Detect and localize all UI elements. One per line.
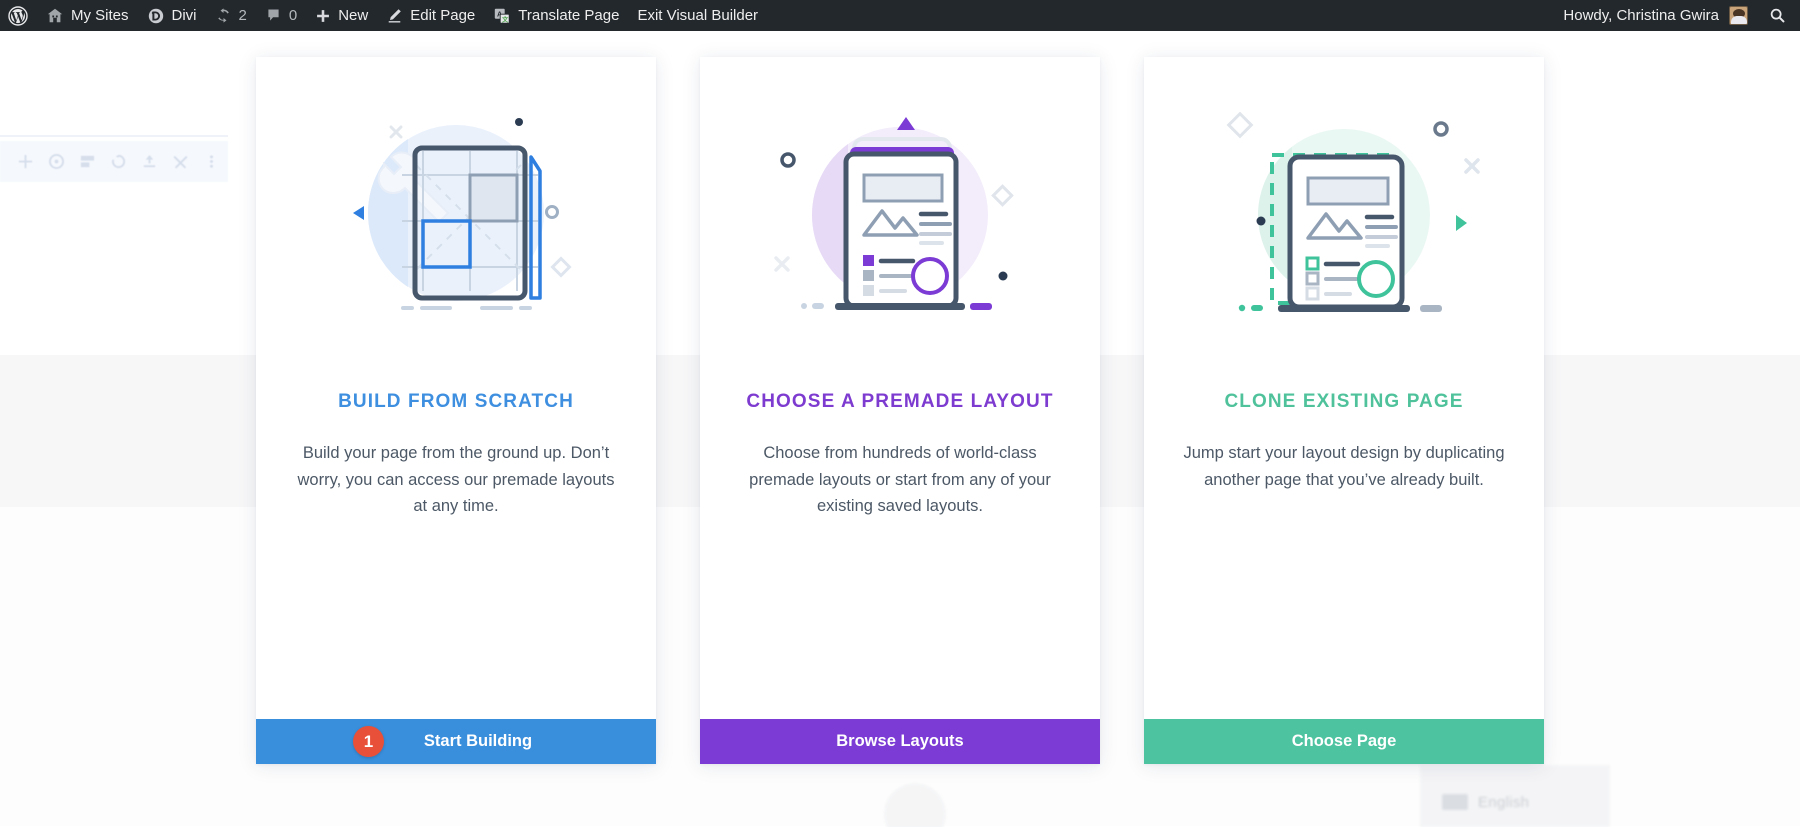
new-content-menu[interactable]: New <box>306 0 377 31</box>
pencil-icon <box>388 9 402 23</box>
divi-label: Divi <box>171 7 197 24</box>
choose-page-label: Choose Page <box>1291 732 1397 750</box>
wp-admin-bar: My Sites Divi 2 0 New Edit Page A 文 Tran… <box>0 0 1800 31</box>
clone-page-dashed-icon <box>1178 65 1510 365</box>
comments-count: 0 <box>288 7 298 24</box>
card-description: Choose from hundreds of world-class prem… <box>749 444 1051 516</box>
admin-bar-left: My Sites Divi 2 0 New Edit Page A 文 Tran… <box>0 0 767 31</box>
card-title: CHOOSE A PREMADE LAYOUT <box>746 391 1054 412</box>
screen: English BUILD FROM SCRATCH Build your pa… <box>0 0 1800 827</box>
page-creation-options: BUILD FROM SCRATCH Build your page from … <box>0 57 1800 764</box>
browse-layouts-button[interactable]: Browse Layouts <box>700 719 1100 764</box>
plus-icon <box>317 9 330 22</box>
edit-page-label: Edit Page <box>410 7 476 24</box>
language-switcher-widget[interactable]: English <box>1420 765 1610 827</box>
edit-page-menu[interactable]: Edit Page <box>377 0 484 31</box>
card-description: Jump start your layout design by duplica… <box>1183 444 1505 489</box>
card-body: BUILD FROM SCRATCH Build your page from … <box>256 57 656 719</box>
translate-page-label: Translate Page <box>518 7 620 24</box>
avatar <box>1729 6 1748 25</box>
updates-icon <box>217 8 229 23</box>
translate-page-menu[interactable]: A 文 Translate Page <box>484 0 628 31</box>
browse-layouts-label: Browse Layouts <box>836 732 964 750</box>
wp-logo-menu[interactable] <box>0 0 37 31</box>
comments-menu[interactable]: 0 <box>256 0 306 31</box>
divi-menu[interactable]: Divi <box>138 0 206 31</box>
my-sites-menu[interactable]: My Sites <box>37 0 138 31</box>
translate-icon: A 文 <box>495 8 510 24</box>
exit-visual-builder-label: Exit Visual Builder <box>637 7 759 24</box>
blueprint-grid-icon <box>290 65 622 365</box>
my-sites-icon <box>47 8 63 22</box>
start-building-button[interactable]: 1 Start Building <box>256 719 656 764</box>
premade-layout-page-icon <box>734 65 1066 365</box>
step-badge: 1 <box>353 726 384 757</box>
comments-icon <box>268 9 279 21</box>
card-body: CLONE EXISTING PAGE Jump start your layo… <box>1144 57 1544 719</box>
card-title: BUILD FROM SCRATCH <box>338 391 574 412</box>
choose-page-button[interactable]: Choose Page <box>1144 719 1544 764</box>
updates-menu[interactable]: 2 <box>206 0 256 31</box>
my-sites-label: My Sites <box>71 7 129 24</box>
card-description: Build your page from the ground up. Don’… <box>297 444 615 516</box>
language-label: English <box>1478 793 1530 811</box>
card-title: CLONE EXISTING PAGE <box>1224 391 1464 412</box>
search-button[interactable] <box>1760 0 1794 31</box>
howdy-label: Howdy, Christina Gwira <box>1563 7 1719 24</box>
exit-visual-builder-menu[interactable]: Exit Visual Builder <box>628 0 767 31</box>
flag-icon <box>1442 794 1468 810</box>
admin-bar-right: Howdy, Christina Gwira <box>1551 0 1800 31</box>
divi-icon <box>148 8 163 23</box>
wordpress-logo-icon <box>8 5 28 26</box>
card-choose-a-premade-layout[interactable]: CHOOSE A PREMADE LAYOUT Choose from hund… <box>700 57 1100 764</box>
card-body: CHOOSE A PREMADE LAYOUT Choose from hund… <box>700 57 1100 719</box>
svg-text:文: 文 <box>502 14 509 23</box>
start-building-label: Start Building <box>423 732 533 750</box>
new-label: New <box>338 7 369 24</box>
card-build-from-scratch[interactable]: BUILD FROM SCRATCH Build your page from … <box>256 57 656 764</box>
card-clone-existing-page[interactable]: CLONE EXISTING PAGE Jump start your layo… <box>1144 57 1544 764</box>
updates-count: 2 <box>238 7 247 24</box>
search-icon <box>1770 8 1784 23</box>
account-menu[interactable]: Howdy, Christina Gwira <box>1551 6 1760 25</box>
